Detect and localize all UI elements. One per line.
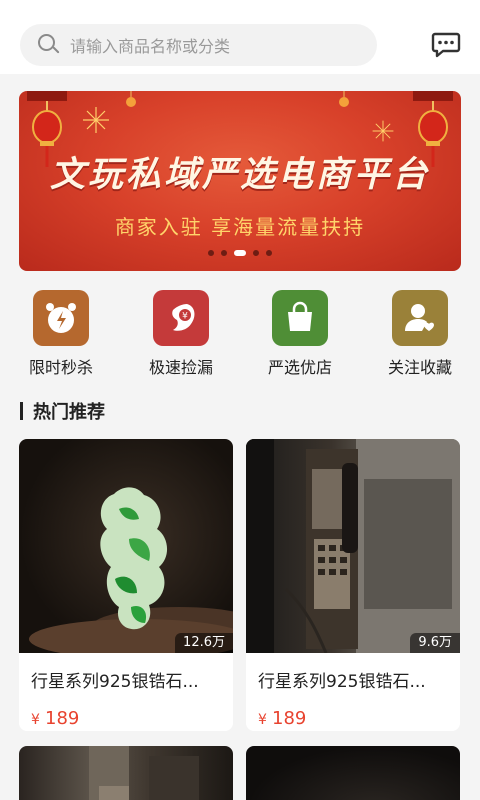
message-icon[interactable] [431,31,461,59]
alarm-clock-icon [33,290,89,346]
category-selected-shops[interactable]: 严选优店 [250,288,350,378]
price-value: 189 [272,708,307,729]
shopping-bag-icon [272,290,328,346]
view-count-badge: 9.6万 [410,633,460,653]
money-bag-rocket-icon: ¥ [153,290,209,346]
promo-banner[interactable]: 文玩私域严选电商平台 商家入驻 享海量流量扶持 [19,91,461,271]
product-price: ¥ 189 [258,708,448,729]
search-placeholder: 请输入商品名称或分类 [70,37,231,56]
price-value: 189 [45,708,80,729]
product-title: 行星系列925银锆石... [31,672,199,692]
carousel-indicator [19,250,461,256]
svg-text:¥: ¥ [182,312,188,322]
category-label: 严选优店 [267,358,332,377]
street-scene-image [89,746,199,800]
product-image: 9.6万 [246,439,460,654]
section-title: 热门推荐 [33,402,105,423]
dark-scene-image [246,746,460,800]
top-bar: 请输入商品名称或分类 [0,0,480,74]
category-quick-deal[interactable]: ¥ 极速捡漏 [131,288,231,378]
product-price: ¥ 189 [31,708,221,729]
product-title: 行星系列925银锆石... [258,672,426,692]
jade-carving-image [29,487,233,659]
product-card[interactable]: 9.6万 行星系列925银锆石... ¥ 189 [246,439,460,731]
user-heart-icon [392,290,448,346]
category-flash-sale[interactable]: 限时秒杀 [11,288,111,378]
section-header: 热门推荐 [20,398,105,424]
search-bar[interactable]: 请输入商品名称或分类 [20,24,377,66]
banner-title: 文玩私域严选电商平台 [49,155,430,195]
category-label: 限时秒杀 [28,358,93,377]
category-label: 极速捡漏 [148,358,213,377]
product-card[interactable] [19,746,233,800]
currency-symbol: ¥ [258,712,267,728]
product-card[interactable]: 12.6万 行星系列925银锆石... ¥ 189 [19,439,233,731]
firework-icon [372,120,394,142]
payphone-image [246,439,460,654]
product-image [246,746,460,800]
carousel-dot-active[interactable] [234,250,246,256]
carousel-dot[interactable] [221,250,227,256]
search-icon [38,34,60,56]
carousel-dot[interactable] [253,250,259,256]
category-label: 关注收藏 [387,358,452,377]
currency-symbol: ¥ [31,712,40,728]
small-lantern-icon [126,91,136,107]
carousel-dot[interactable] [266,250,272,256]
product-card[interactable] [246,746,460,800]
firework-icon [83,107,109,133]
carousel-dot[interactable] [208,250,214,256]
category-favorites[interactable]: 关注收藏 [370,288,470,378]
section-accent-bar [20,402,23,420]
product-image [19,746,233,800]
small-lantern-icon [339,91,349,107]
category-shortcuts: 限时秒杀 ¥ 极速捡漏 严选优店 关注收藏 [0,288,480,380]
product-image: 12.6万 [19,439,233,659]
banner-subtitle: 商家入驻 享海量流量扶持 [114,215,366,239]
view-count-badge: 12.6万 [175,633,233,653]
